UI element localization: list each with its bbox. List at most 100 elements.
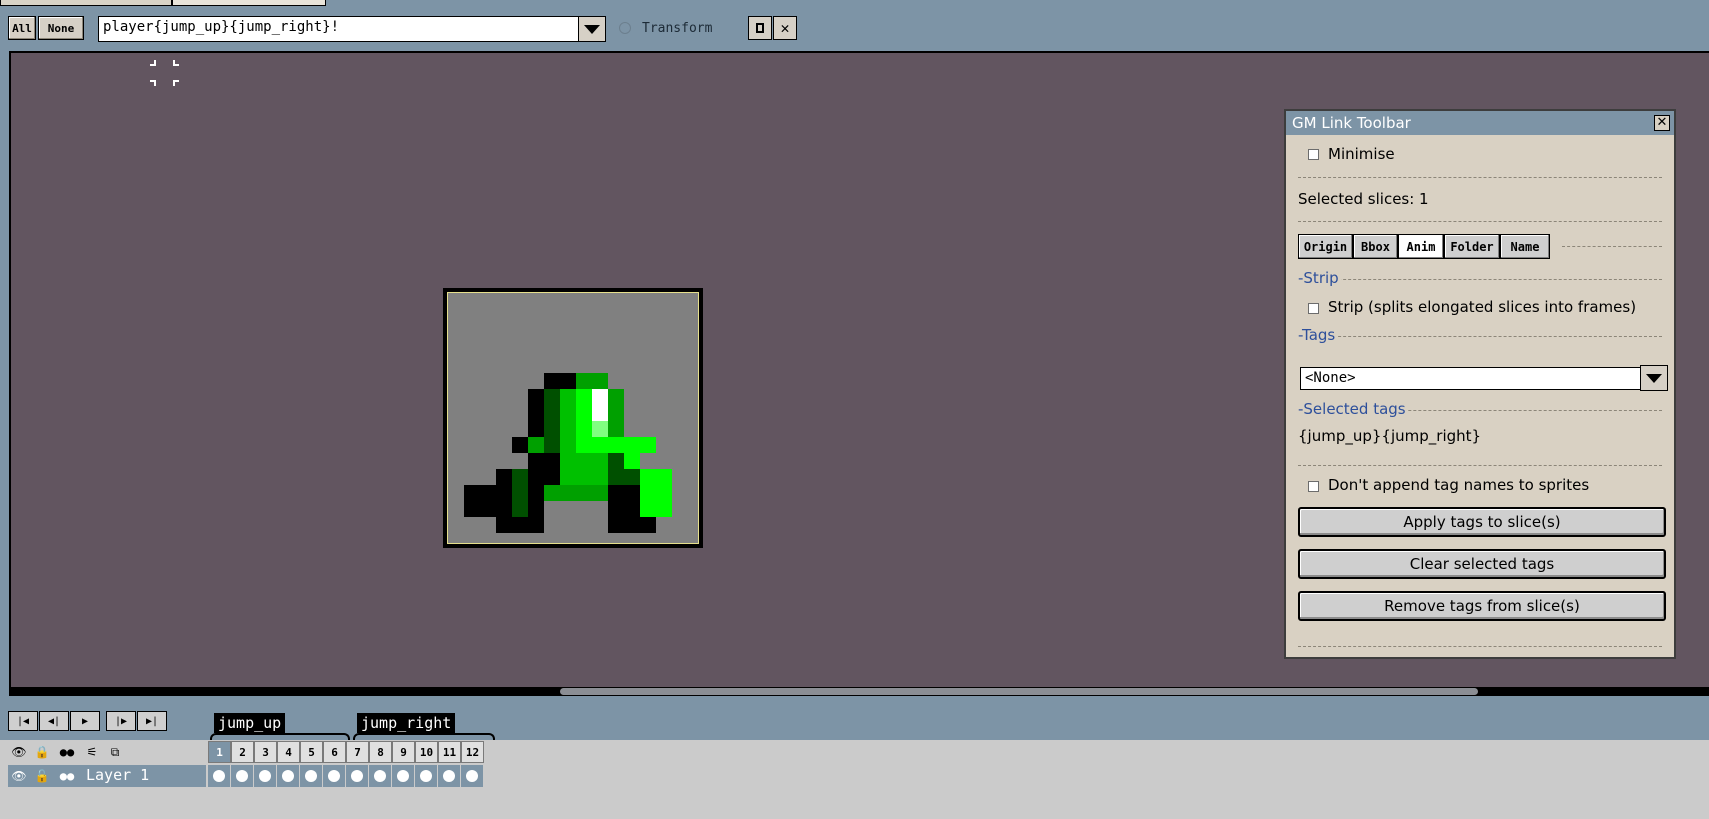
frame-header[interactable]: 3: [254, 741, 277, 763]
divider: [1298, 465, 1662, 466]
first-frame-button[interactable]: |◀: [8, 711, 38, 731]
minimise-checkbox[interactable]: [1308, 149, 1319, 160]
layer-mode-header-icon[interactable]: ⧉: [104, 742, 126, 762]
next-frame-icon: |▶: [114, 715, 128, 727]
visibility-header-icon[interactable]: 👁: [8, 742, 30, 762]
slice-corner-marker: [150, 60, 156, 66]
close-icon: ✕: [1656, 115, 1668, 130]
tab-name[interactable]: Name: [1500, 234, 1550, 259]
last-frame-button[interactable]: ▶|: [137, 711, 167, 731]
frame-header[interactable]: 9: [392, 741, 415, 763]
previous-frame-button[interactable]: ◀|: [39, 711, 69, 731]
frame-header[interactable]: 2: [231, 741, 254, 763]
document-tab[interactable]: [0, 0, 172, 6]
frame-cel[interactable]: [254, 765, 277, 787]
divider: [1562, 246, 1662, 247]
slice-corner-marker: [150, 80, 156, 86]
continuous-header-icon[interactable]: ●●: [56, 742, 78, 762]
cel-dot-icon: [213, 770, 225, 782]
strip-section-heading: -Strip: [1298, 269, 1341, 287]
divider: [1298, 221, 1662, 222]
minimise-label: Minimise: [1328, 145, 1395, 163]
layer-lock-icon[interactable]: 🔓: [31, 766, 53, 786]
remove-tags-button[interactable]: Remove tags from slice(s): [1298, 591, 1666, 621]
transform-checkbox[interactable]: [619, 22, 631, 34]
dont-append-checkbox[interactable]: [1308, 481, 1319, 492]
cel-dot-icon: [466, 770, 478, 782]
tab-origin[interactable]: Origin: [1298, 234, 1353, 259]
selected-tags-value: {jump_up}{jump_right}: [1298, 427, 1482, 445]
frame-cel[interactable]: [300, 765, 323, 787]
layer-visibility-icon[interactable]: 👁: [8, 766, 30, 786]
cel-dot-icon: [259, 770, 271, 782]
chevron-down-icon: [1646, 373, 1662, 383]
lock-header-icon[interactable]: 🔒: [31, 742, 53, 762]
gm-link-toolbar-panel: GM Link Toolbar ✕ Minimise Selected slic…: [1284, 109, 1676, 659]
chevron-down-icon: [584, 24, 600, 34]
tab-bbox[interactable]: Bbox: [1353, 234, 1398, 259]
selected-tags-section-heading: -Selected tags: [1298, 400, 1408, 418]
play-button[interactable]: ▶: [70, 711, 100, 731]
slice-corner-marker: [173, 60, 179, 66]
cel-dot-icon: [236, 770, 248, 782]
frame-cel[interactable]: [438, 765, 461, 787]
cel-dot-icon: [351, 770, 363, 782]
frame-header[interactable]: 8: [369, 741, 392, 763]
divider: [1298, 336, 1662, 337]
frame-cel[interactable]: [208, 765, 231, 787]
tags-dropdown-button[interactable]: [1640, 365, 1668, 391]
apply-tags-button[interactable]: Apply tags to slice(s): [1298, 507, 1666, 537]
frame-header[interactable]: 5: [300, 741, 323, 763]
slice-corner-marker: [173, 80, 179, 86]
frame-header[interactable]: 11: [438, 741, 461, 763]
tab-anim[interactable]: Anim: [1398, 234, 1444, 259]
document-tab-active[interactable]: [172, 0, 326, 6]
divider: [1298, 177, 1662, 178]
frame-header[interactable]: 1: [208, 741, 231, 763]
strip-label: Strip (splits elongated slices into fram…: [1328, 298, 1637, 316]
panel-close-button[interactable]: ✕: [1654, 115, 1670, 131]
square-button[interactable]: [748, 16, 772, 40]
cel-dot-icon: [420, 770, 432, 782]
frame-header[interactable]: 4: [277, 741, 300, 763]
layer-name[interactable]: Layer 1: [86, 766, 149, 784]
frame-header[interactable]: 6: [323, 741, 346, 763]
select-none-button[interactable]: None: [38, 16, 84, 40]
sprite-frame[interactable]: [443, 288, 703, 548]
frame-header[interactable]: 7: [346, 741, 369, 763]
cel-dot-icon: [328, 770, 340, 782]
strip-checkbox[interactable]: [1308, 303, 1319, 314]
layer-continuous-icon[interactable]: ●●: [56, 766, 78, 786]
close-icon: ✕: [780, 19, 790, 37]
selected-slices-text: Selected slices: 1: [1298, 190, 1429, 208]
slice-name-dropdown-button[interactable]: [578, 16, 606, 42]
frame-cel[interactable]: [415, 765, 438, 787]
first-frame-icon: |◀: [16, 715, 30, 727]
frame-cel[interactable]: [392, 765, 415, 787]
select-all-button[interactable]: All: [8, 16, 36, 40]
tags-select[interactable]: <None>: [1300, 367, 1643, 390]
frame-cel[interactable]: [461, 765, 484, 787]
next-frame-button[interactable]: |▶: [106, 711, 136, 731]
frame-cel[interactable]: [346, 765, 369, 787]
close-toolbar-button[interactable]: ✕: [773, 16, 797, 40]
cel-dot-icon: [443, 770, 455, 782]
tags-section-heading: -Tags: [1298, 326, 1338, 344]
divider: [1298, 279, 1662, 280]
horizontal-scrollbar-thumb[interactable]: [560, 688, 1478, 695]
tab-folder[interactable]: Folder: [1444, 234, 1500, 259]
dont-append-label: Don't append tag names to sprites: [1328, 476, 1590, 494]
slice-name-combo[interactable]: player{jump_up}{jump_right}!: [98, 16, 606, 42]
frame-header[interactable]: 10: [415, 741, 438, 763]
frame-header[interactable]: 12: [461, 741, 484, 763]
tag-label-jump-right[interactable]: jump_right: [357, 713, 456, 733]
group-header-icon[interactable]: ⚟: [81, 742, 103, 762]
frame-cel[interactable]: [231, 765, 254, 787]
frame-cel[interactable]: [277, 765, 300, 787]
tag-label-jump-up[interactable]: jump_up: [214, 713, 286, 733]
cel-dot-icon: [374, 770, 386, 782]
frame-cel[interactable]: [323, 765, 346, 787]
panel-title: GM Link Toolbar: [1286, 111, 1674, 135]
clear-selected-tags-button[interactable]: Clear selected tags: [1298, 549, 1666, 579]
frame-cel[interactable]: [369, 765, 392, 787]
